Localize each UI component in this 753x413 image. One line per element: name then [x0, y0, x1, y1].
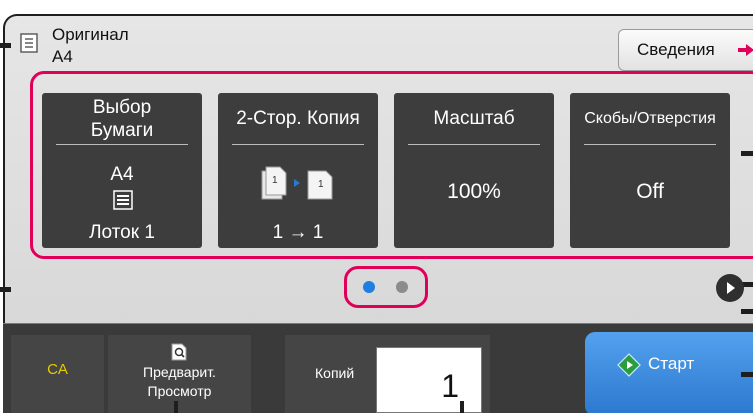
tile-title: Бумаги — [90, 120, 154, 141]
original-title: Оригинал — [52, 25, 129, 44]
original-size: A4 — [52, 47, 73, 66]
tile-title: Выбор — [92, 97, 152, 118]
callout-line — [741, 309, 753, 314]
ca-label: CA — [47, 361, 68, 378]
tile-title: Скобы/Отверстия — [584, 110, 716, 127]
info-button[interactable]: Сведения — [618, 29, 753, 71]
arrow-right-icon — [738, 44, 753, 56]
tile-value: 100% — [447, 180, 501, 203]
start-label: Старт — [648, 354, 695, 373]
preview-label-line1: Предварит. — [143, 364, 216, 380]
tile-value: 1 → 1 — [272, 222, 324, 243]
callout-line — [0, 43, 11, 48]
scale-tile[interactable]: Масштаб 100% — [394, 93, 554, 248]
callout-line — [0, 287, 11, 292]
staple-punch-tile[interactable]: Скобы/Отверстия Off — [570, 93, 730, 248]
tile-divider — [56, 144, 188, 145]
next-page-button[interactable] — [716, 274, 744, 302]
preview-label-line2: Просмотр — [147, 383, 212, 399]
start-diamond-icon — [617, 353, 641, 377]
svg-text:1: 1 — [318, 179, 324, 190]
tile-value: Лоток 1 — [89, 222, 155, 243]
svg-text:1: 1 — [272, 175, 278, 186]
duplex-copy-tile[interactable]: 2-Стор. Копия 1 1 1 → 1 — [218, 93, 378, 248]
copier-screen: Оригинал A4 Сведения Выбор Бумаги A4 Лот… — [0, 0, 753, 413]
info-button-label: Сведения — [637, 40, 715, 59]
tile-value: Off — [636, 180, 664, 203]
tile-divider — [408, 144, 540, 145]
document-icon — [20, 33, 38, 53]
page-dot-active[interactable] — [363, 281, 375, 293]
tile-title: 2-Стор. Копия — [236, 108, 360, 129]
copies-input[interactable]: 1 — [376, 347, 482, 413]
tile-size: A4 — [110, 164, 134, 185]
copies-label: Копий — [315, 365, 355, 381]
paper-select-tile[interactable]: Выбор Бумаги A4 Лоток 1 — [42, 93, 202, 248]
duplex-copy-icon: 1 1 — [261, 166, 333, 200]
tile-divider — [584, 144, 716, 145]
paper-tray-icon — [113, 190, 133, 210]
page-dots-highlight — [344, 266, 428, 308]
magnify-page-icon — [171, 343, 187, 361]
tile-title: Масштаб — [433, 108, 515, 129]
ca-button[interactable]: CA — [11, 335, 104, 413]
callout-line — [460, 401, 464, 413]
callout-line — [174, 401, 178, 413]
tile-divider — [232, 144, 364, 145]
preview-button[interactable]: Предварит. Просмотр — [108, 335, 251, 413]
page-dot[interactable] — [396, 281, 408, 293]
start-button[interactable]: Старт — [585, 332, 753, 413]
callout-line — [741, 372, 753, 377]
